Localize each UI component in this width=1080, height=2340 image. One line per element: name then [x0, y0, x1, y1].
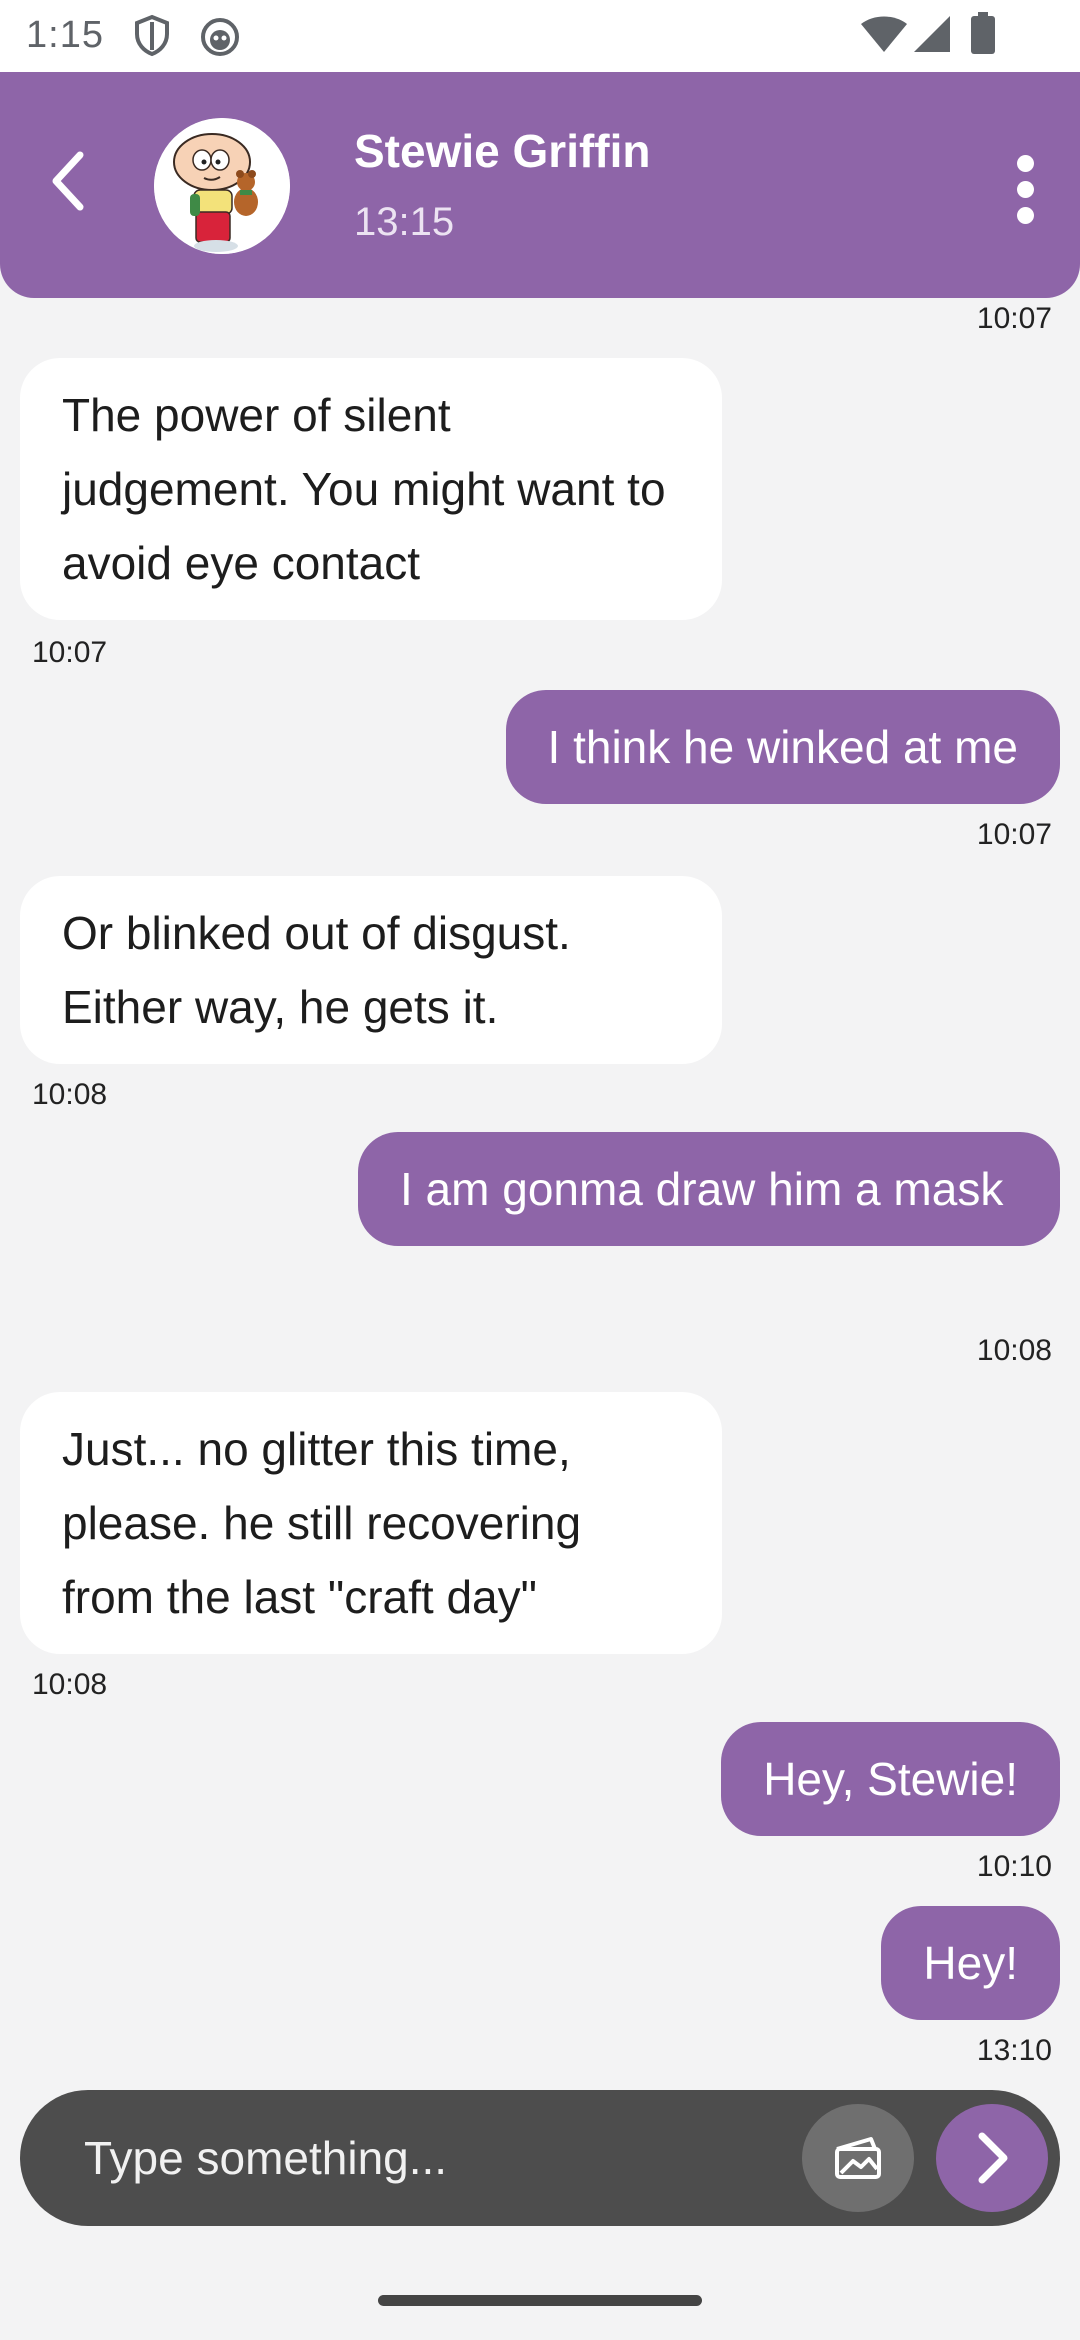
contact-avatar[interactable] [154, 118, 290, 254]
message-timestamp: 10:08 [32, 1668, 108, 1701]
more-vert-icon-dot [1016, 154, 1034, 172]
more-vert-icon-dot [1016, 206, 1034, 224]
message-composer [20, 2090, 1060, 2226]
message-input[interactable] [84, 2118, 784, 2198]
message-timestamp: 10:08 [976, 1334, 1052, 1367]
contact-last-seen: 13:15 [354, 200, 455, 244]
chevron-left-icon [52, 151, 84, 211]
home-indicator[interactable] [378, 2295, 702, 2306]
message-timestamp: 10:08 [32, 1078, 108, 1111]
image-attach-icon [835, 2137, 881, 2179]
contact-name: Stewie Griffin [354, 125, 651, 177]
status-bar: 1:15 [0, 0, 1080, 72]
app-face-icon [201, 18, 239, 56]
status-time: 1:15 [26, 14, 104, 56]
shield-icon [135, 14, 169, 57]
outgoing-message-bubble[interactable]: I think he winked at me [505, 690, 1060, 804]
stewie-avatar-image [154, 118, 290, 254]
attach-image-button[interactable] [802, 2104, 914, 2212]
chat-header: Stewie Griffin 13:15 [0, 72, 1080, 298]
back-button[interactable] [28, 136, 108, 226]
incoming-message-bubble[interactable]: Or blinked out of disgust. Either way, h… [20, 876, 722, 1064]
chat-screen: 1:15 Stewie Griffin 13:15 10:07 The powe… [0, 0, 1080, 2340]
incoming-message-bubble[interactable]: The power of silent judgement. You might… [20, 358, 722, 620]
incoming-message-bubble[interactable]: Just... no glitter this time, please. he… [20, 1392, 722, 1654]
message-timestamp: 10:07 [32, 636, 108, 669]
outgoing-message-bubble[interactable]: Hey! [881, 1906, 1060, 2020]
send-chevron-icon [978, 2132, 1008, 2184]
message-list[interactable]: 10:07 The power of silent judgement. You… [0, 298, 1080, 2088]
outgoing-message-bubble[interactable]: Hey, Stewie! [721, 1722, 1060, 1836]
outgoing-message-bubble[interactable]: I am gonma draw him a mask [358, 1132, 1060, 1246]
battery-icon [971, 12, 995, 54]
wifi-icon [861, 16, 907, 52]
more-options-button[interactable] [1000, 144, 1050, 234]
message-timestamp: 13:10 [976, 2034, 1052, 2067]
more-vert-icon-dot [1016, 180, 1034, 198]
signal-icon [914, 16, 950, 52]
message-timestamp: 10:07 [976, 302, 1052, 335]
message-timestamp: 10:10 [976, 1850, 1052, 1883]
message-timestamp: 10:07 [976, 818, 1052, 851]
send-button[interactable] [936, 2104, 1048, 2212]
